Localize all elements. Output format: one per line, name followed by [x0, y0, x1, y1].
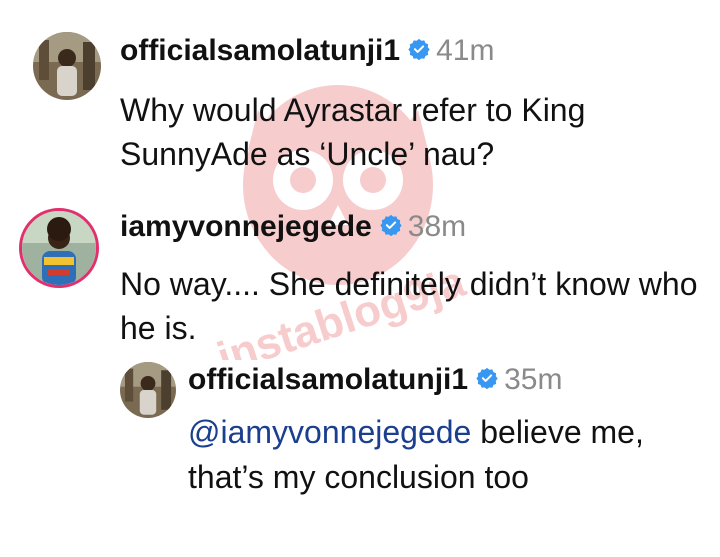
- user-avatar[interactable]: [33, 32, 101, 100]
- mention-link[interactable]: @iamyvonnejegede: [188, 414, 471, 450]
- verified-badge-icon: [476, 363, 498, 397]
- verified-badge-icon: [408, 34, 430, 68]
- username[interactable]: iamyvonnejegede: [120, 210, 372, 244]
- comment-text: No way.... She definitely didn’t know wh…: [120, 266, 698, 346]
- comment-time: 38m: [407, 210, 467, 243]
- comment-text: @iamyvonnejegede believe me, that’s my c…: [188, 410, 698, 500]
- comment-header: officialsamolatunji1 35m: [188, 363, 562, 397]
- comment-text: Why would Ayrastar refer to King SunnyAd…: [120, 92, 586, 172]
- comment-time: 35m: [504, 363, 563, 396]
- username[interactable]: officialsamolatunji1: [120, 34, 400, 68]
- user-avatar[interactable]: [19, 208, 99, 288]
- comment-time: 41m: [436, 34, 495, 67]
- verified-badge-icon: [380, 210, 402, 244]
- comment-header: iamyvonnejegede 38m: [120, 210, 466, 244]
- username[interactable]: officialsamolatunji1: [188, 363, 468, 397]
- comment-header: officialsamolatunji1 41m: [120, 34, 494, 68]
- user-avatar[interactable]: [120, 362, 176, 418]
